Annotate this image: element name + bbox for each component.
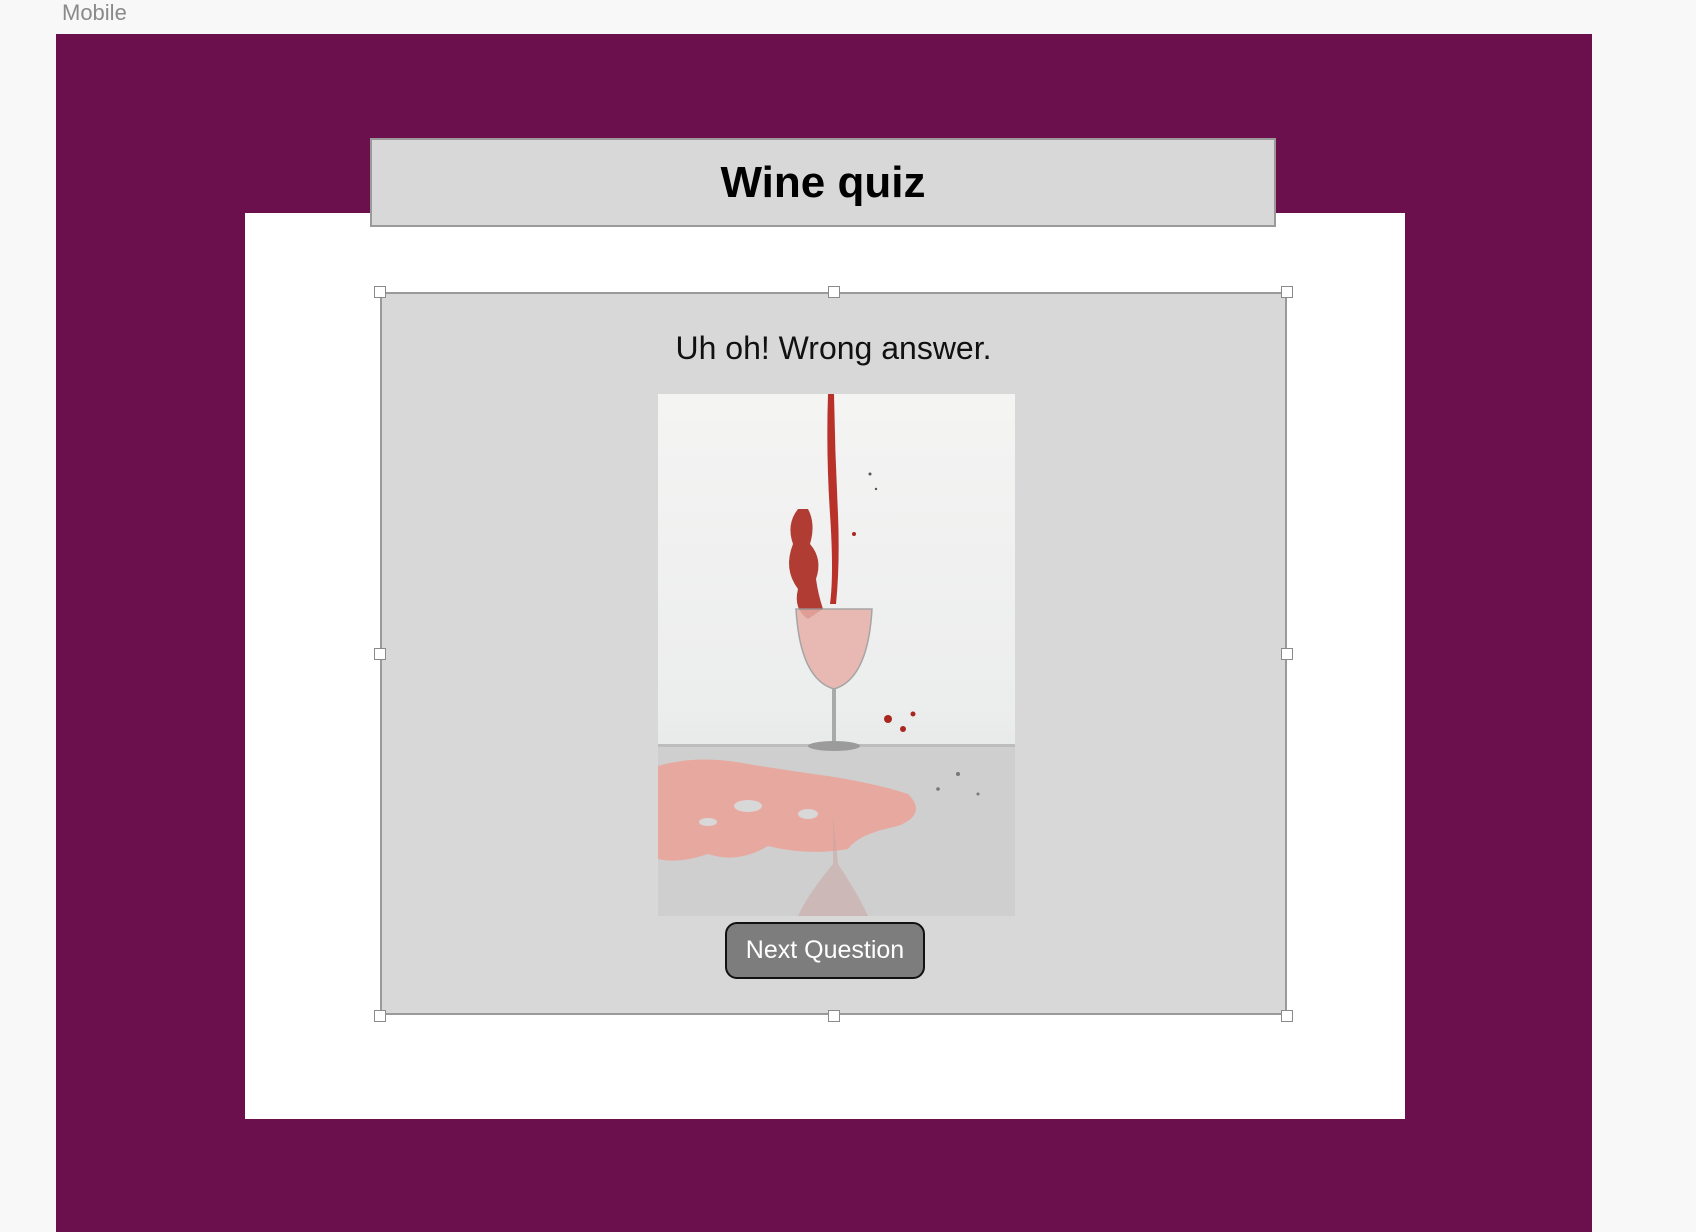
resize-handle-bottom-center[interactable] bbox=[828, 1010, 840, 1022]
artboard-label: Mobile bbox=[62, 0, 127, 25]
resize-handle-top-left[interactable] bbox=[374, 286, 386, 298]
resize-handle-top-center[interactable] bbox=[828, 286, 840, 298]
resize-handle-bottom-left[interactable] bbox=[374, 1010, 386, 1022]
next-question-button[interactable]: Next Question bbox=[725, 922, 925, 979]
quiz-result-box[interactable]: Uh oh! Wrong answer. Next Question bbox=[380, 292, 1287, 1015]
result-message: Uh oh! Wrong answer. bbox=[675, 330, 992, 366]
resize-handle-bottom-right[interactable] bbox=[1281, 1010, 1293, 1022]
resize-handle-top-right[interactable] bbox=[1281, 286, 1293, 298]
page-title: Wine quiz bbox=[370, 138, 1276, 227]
wine-splash-image bbox=[658, 394, 1015, 916]
resize-handle-middle-right[interactable] bbox=[1281, 648, 1293, 660]
resize-handle-middle-left[interactable] bbox=[374, 648, 386, 660]
